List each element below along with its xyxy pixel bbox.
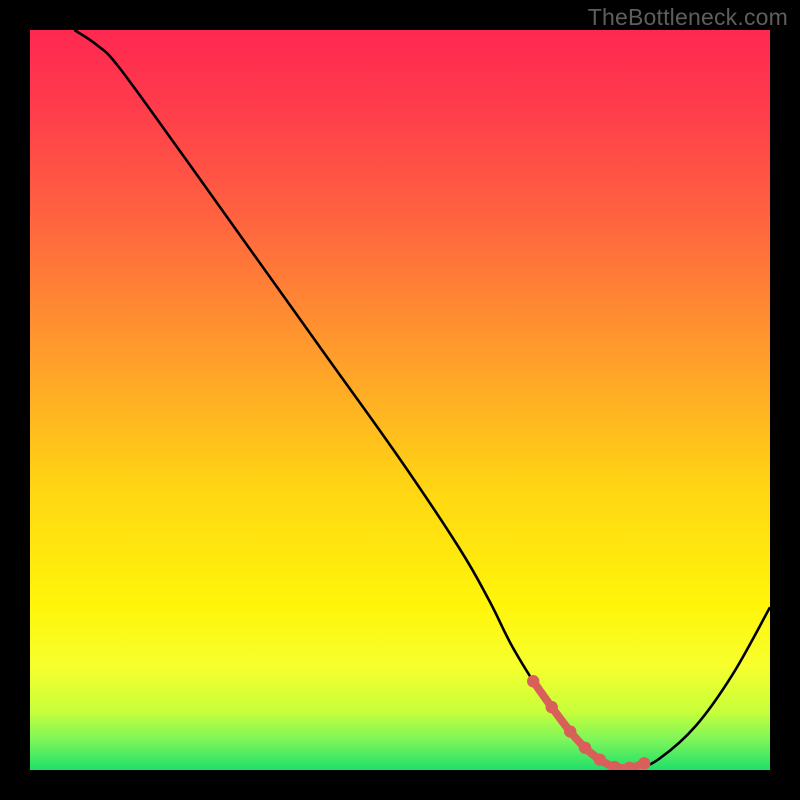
highlight-dot [527, 675, 539, 687]
highlight-dot [564, 725, 576, 737]
highlight-dot [546, 701, 558, 713]
highlight-dot [579, 742, 591, 754]
watermark-text: TheBottleneck.com [588, 4, 788, 31]
gradient-background [30, 30, 770, 770]
chart-frame: TheBottleneck.com [0, 0, 800, 800]
highlight-dot [594, 753, 606, 765]
chart-svg [30, 30, 770, 770]
plot-area [30, 30, 770, 770]
highlight-dot [638, 757, 650, 769]
